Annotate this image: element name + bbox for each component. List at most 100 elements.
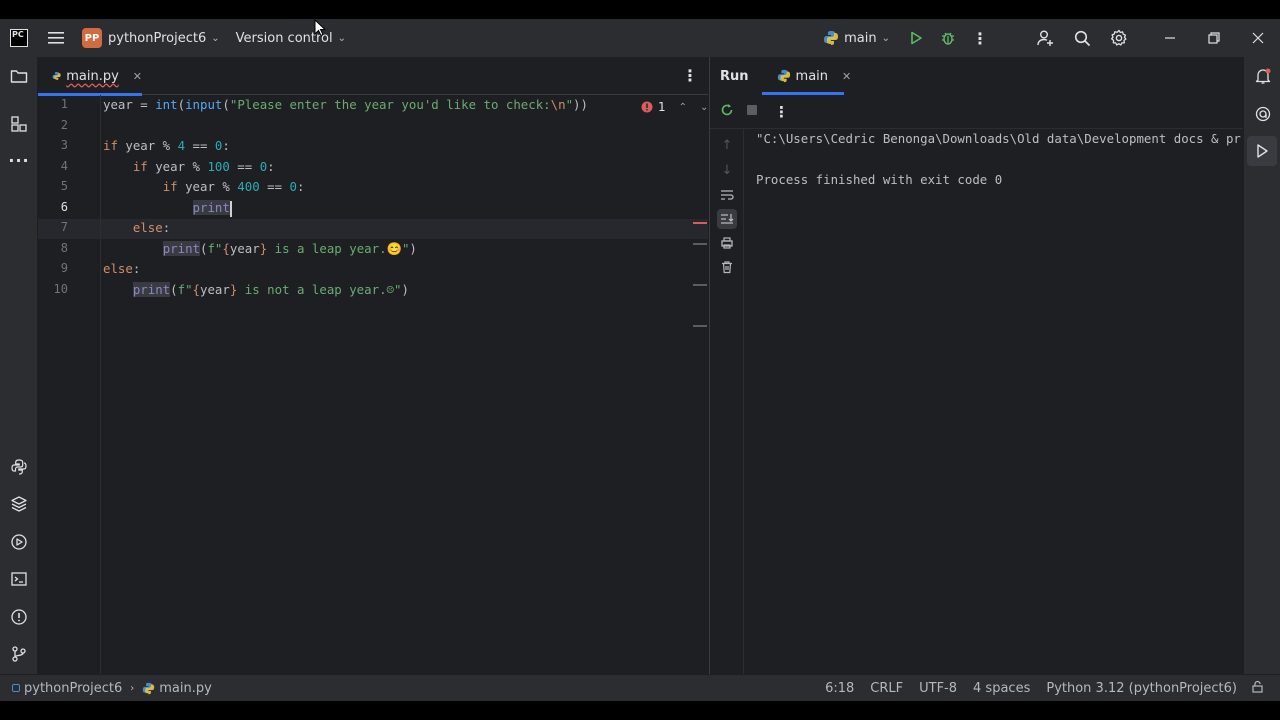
- line-number: 7: [60, 220, 68, 234]
- run-tool-button[interactable]: [1247, 136, 1277, 166]
- app-logo[interactable]: PC: [0, 19, 38, 57]
- tab-main-py[interactable]: main.py ✕: [38, 57, 142, 96]
- run-more-button[interactable]: ⋮: [774, 103, 789, 121]
- more-tools-button[interactable]: ···: [0, 145, 38, 175]
- indent-setting[interactable]: 4 spaces: [965, 681, 1038, 696]
- stripe-marker[interactable]: [693, 325, 707, 327]
- code-with-me-button[interactable]: [1026, 19, 1064, 57]
- chevron-down-icon: ⌄: [881, 32, 890, 44]
- code-line[interactable]: print(f"{year} is a leap year.😊"): [103, 239, 417, 259]
- tab-options-icon[interactable]: ⋮: [682, 66, 698, 85]
- project-switcher[interactable]: PP pythonProject6 ⌄: [74, 19, 230, 57]
- stripe-marker[interactable]: [693, 284, 707, 286]
- stop-icon: [747, 104, 757, 115]
- error-icon: [641, 101, 653, 113]
- inspection-widget[interactable]: 1 ⌃ ⌄: [641, 100, 708, 114]
- text-caret: [229, 200, 232, 217]
- minimize-window-button[interactable]: [1148, 19, 1192, 57]
- line-number: 8: [60, 241, 68, 255]
- run-tab-label: main: [795, 68, 829, 84]
- project-tool-button[interactable]: [0, 61, 38, 91]
- previous-error-icon[interactable]: ⌃: [679, 102, 687, 113]
- services-tool-button[interactable]: [0, 527, 38, 557]
- python-packages-button[interactable]: [0, 452, 38, 482]
- console-output[interactable]: "C:\Users\Cedric Benonga\Downloads\Old d…: [756, 129, 1244, 629]
- python-file-icon: [52, 71, 61, 81]
- pycharm-logo-icon: PC: [10, 29, 28, 47]
- code-line[interactable]: if year % 100 == 0:: [103, 157, 275, 177]
- git-branch-icon: [12, 646, 26, 662]
- settings-button[interactable]: [1100, 19, 1138, 57]
- print-button[interactable]: [717, 233, 737, 253]
- run-config-selector[interactable]: main ⌄: [823, 19, 900, 57]
- breadcrumb-file[interactable]: main.py: [159, 681, 212, 696]
- restore-window-button[interactable]: [1192, 19, 1236, 57]
- services-icon: [11, 534, 27, 550]
- next-error-icon[interactable]: ⌄: [700, 102, 708, 113]
- python-console-icon: [11, 459, 27, 475]
- left-tool-strip: ···: [0, 57, 38, 674]
- code-line-current[interactable]: print: [103, 198, 232, 218]
- file-encoding[interactable]: UTF-8: [911, 681, 965, 696]
- main-menu-button[interactable]: [38, 19, 74, 57]
- close-tab-icon[interactable]: ✕: [842, 70, 851, 83]
- title-bar: PC PP pythonProject6 ⌄ Version control ⌄…: [0, 19, 1280, 57]
- notifications-button[interactable]: [1244, 61, 1280, 91]
- line-number: 5: [60, 179, 68, 193]
- git-tool-button[interactable]: [0, 639, 38, 669]
- scroll-to-end-button[interactable]: [717, 209, 737, 229]
- user-add-icon: [1037, 30, 1053, 46]
- gear-icon: [1110, 29, 1127, 46]
- error-stripe-marker[interactable]: [693, 222, 707, 224]
- console-line: "C:\Users\Cedric Benonga\Downloads\Old d…: [756, 131, 1241, 146]
- python-interpreter[interactable]: Python 3.12 (pythonProject6): [1038, 681, 1245, 696]
- lock-icon: [1252, 680, 1263, 693]
- search-everywhere-button[interactable]: [1064, 19, 1100, 57]
- code-line[interactable]: year = int(input("Please enter the year …: [103, 95, 588, 115]
- vcs-menu[interactable]: Version control ⌄: [230, 19, 346, 57]
- close-window-button[interactable]: [1236, 19, 1280, 57]
- line-number-current: 6: [60, 200, 68, 214]
- scroll-up-button[interactable]: ↑: [717, 135, 737, 155]
- more-actions-button[interactable]: ⋮: [964, 19, 996, 57]
- code-line[interactable]: print(f"{year} is not a leap year.☹"): [103, 280, 409, 300]
- structure-icon: [11, 116, 27, 132]
- restore-icon: [1208, 32, 1220, 44]
- soft-wrap-button[interactable]: [717, 185, 737, 205]
- clear-console-button[interactable]: [717, 257, 737, 277]
- run-side-toolbar: ↑ ↓: [710, 129, 744, 674]
- run-tab-main[interactable]: main ✕: [777, 68, 851, 84]
- structure-tool-button[interactable]: [0, 109, 38, 139]
- run-button[interactable]: [900, 19, 932, 57]
- stripe-marker[interactable]: [693, 243, 707, 245]
- code-line[interactable]: if year % 400 == 0:: [103, 177, 305, 197]
- code-area[interactable]: year = int(input("Please enter the year …: [103, 95, 703, 674]
- code-line[interactable]: if year % 4 == 0:: [103, 136, 230, 156]
- read-only-toggle[interactable]: [1245, 680, 1280, 697]
- line-separator[interactable]: CRLF: [862, 681, 911, 696]
- scroll-down-button[interactable]: ↓: [717, 160, 737, 180]
- close-tab-icon[interactable]: ✕: [133, 70, 142, 83]
- ai-assistant-button[interactable]: [1244, 99, 1280, 129]
- code-line[interactable]: else:: [103, 259, 140, 279]
- layers-tool-button[interactable]: [0, 489, 38, 519]
- python-file-icon: [143, 682, 155, 694]
- stop-button[interactable]: [746, 104, 762, 120]
- folder-icon: [10, 70, 28, 83]
- run-icon: [911, 31, 922, 45]
- status-bar: pythonProject6 › main.py 6:18 CRLF UTF-8…: [0, 674, 1280, 701]
- breadcrumb-project[interactable]: pythonProject6: [24, 681, 122, 696]
- python-icon: [824, 31, 839, 45]
- run-toolbar: ⋮: [710, 95, 1244, 129]
- code-line[interactable]: else:: [103, 218, 170, 238]
- debug-button[interactable]: [932, 19, 964, 57]
- problems-tool-button[interactable]: [0, 602, 38, 632]
- caret-position[interactable]: 6:18: [817, 681, 862, 696]
- search-icon: [1074, 30, 1090, 46]
- rerun-button[interactable]: [720, 103, 736, 121]
- line-number: 3: [60, 138, 68, 152]
- debug-icon: [942, 32, 954, 45]
- print-icon: [721, 237, 733, 249]
- chevron-right-icon: ›: [130, 682, 135, 694]
- terminal-tool-button[interactable]: [0, 564, 38, 594]
